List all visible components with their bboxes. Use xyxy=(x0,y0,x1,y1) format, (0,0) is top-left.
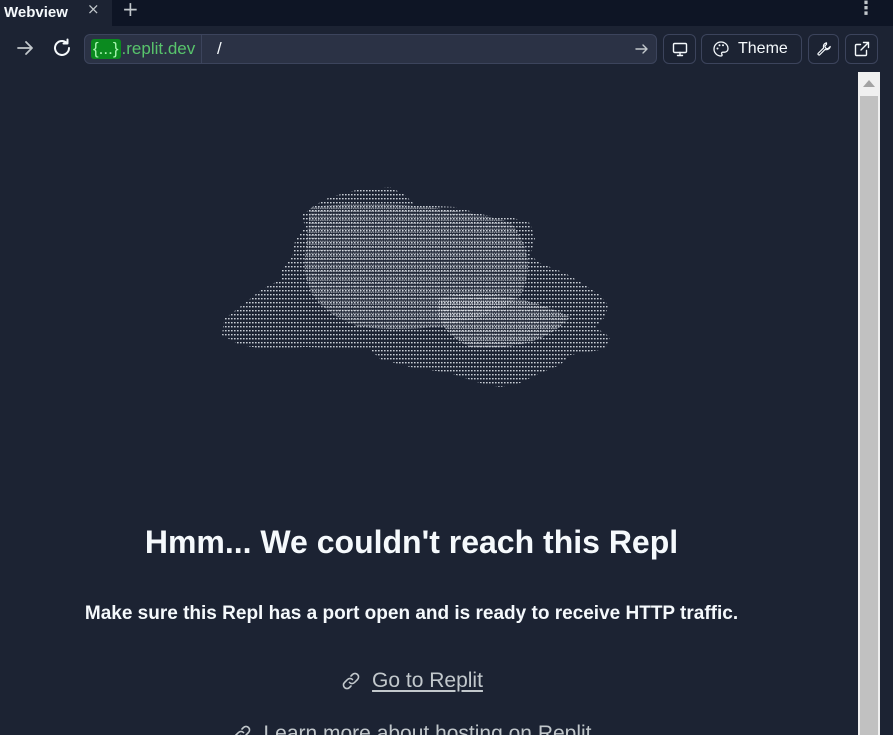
theme-button[interactable]: Theme xyxy=(701,34,802,64)
wrench-icon xyxy=(816,42,831,56)
ascii-cloud-illustration xyxy=(222,187,610,387)
learn-hosting-label[interactable]: Learn more about hosting on Replit xyxy=(263,722,591,735)
devtools-button[interactable] xyxy=(808,34,839,64)
page-subtitle: Make sure this Repl has a port open and … xyxy=(84,603,739,624)
external-link-icon xyxy=(854,41,869,57)
page-title: Hmm... We couldn't reach this Repl xyxy=(144,524,679,560)
learn-hosting-link[interactable]: Learn more about hosting on Replit xyxy=(0,722,823,735)
vertical-scrollbar[interactable] xyxy=(858,72,880,735)
theme-label: Theme xyxy=(738,40,788,57)
device-preview-button[interactable] xyxy=(663,34,696,64)
url-host-domain: .replit.dev xyxy=(121,39,196,58)
url-path-input[interactable]: / xyxy=(217,35,222,63)
more-menu-icon[interactable]: ⋮ xyxy=(857,0,875,19)
tab-title: Webview xyxy=(4,4,68,21)
webview-content: Hmm... We couldn't reach this Repl Make … xyxy=(0,72,858,735)
url-host: {...} .replit.dev xyxy=(85,35,203,63)
url-host-badge: {...} xyxy=(91,39,121,59)
tab-bar: Webview × + ⋮ xyxy=(0,0,893,26)
forward-arrow-icon[interactable] xyxy=(14,37,36,59)
webview-toolbar: {...} .replit.dev / Theme xyxy=(0,26,893,73)
monitor-icon xyxy=(672,42,687,57)
go-to-replit-link[interactable]: Go to Replit xyxy=(0,669,823,693)
add-tab-icon[interactable]: + xyxy=(122,0,139,21)
close-icon[interactable]: × xyxy=(87,0,100,18)
go-arrow-icon[interactable] xyxy=(634,41,650,57)
link-icon xyxy=(342,672,360,690)
palette-icon xyxy=(713,41,729,57)
tab-webview[interactable]: Webview × xyxy=(0,0,112,26)
reload-icon[interactable] xyxy=(51,37,73,59)
scroll-up-arrow-icon[interactable] xyxy=(863,80,875,87)
link-icon xyxy=(235,725,251,735)
window-edge xyxy=(880,72,893,735)
scrollbar-thumb[interactable] xyxy=(860,96,878,735)
url-bar[interactable]: {...} .replit.dev / xyxy=(84,34,657,64)
open-new-tab-button[interactable] xyxy=(845,34,878,64)
go-to-replit-label[interactable]: Go to Replit xyxy=(372,669,483,693)
